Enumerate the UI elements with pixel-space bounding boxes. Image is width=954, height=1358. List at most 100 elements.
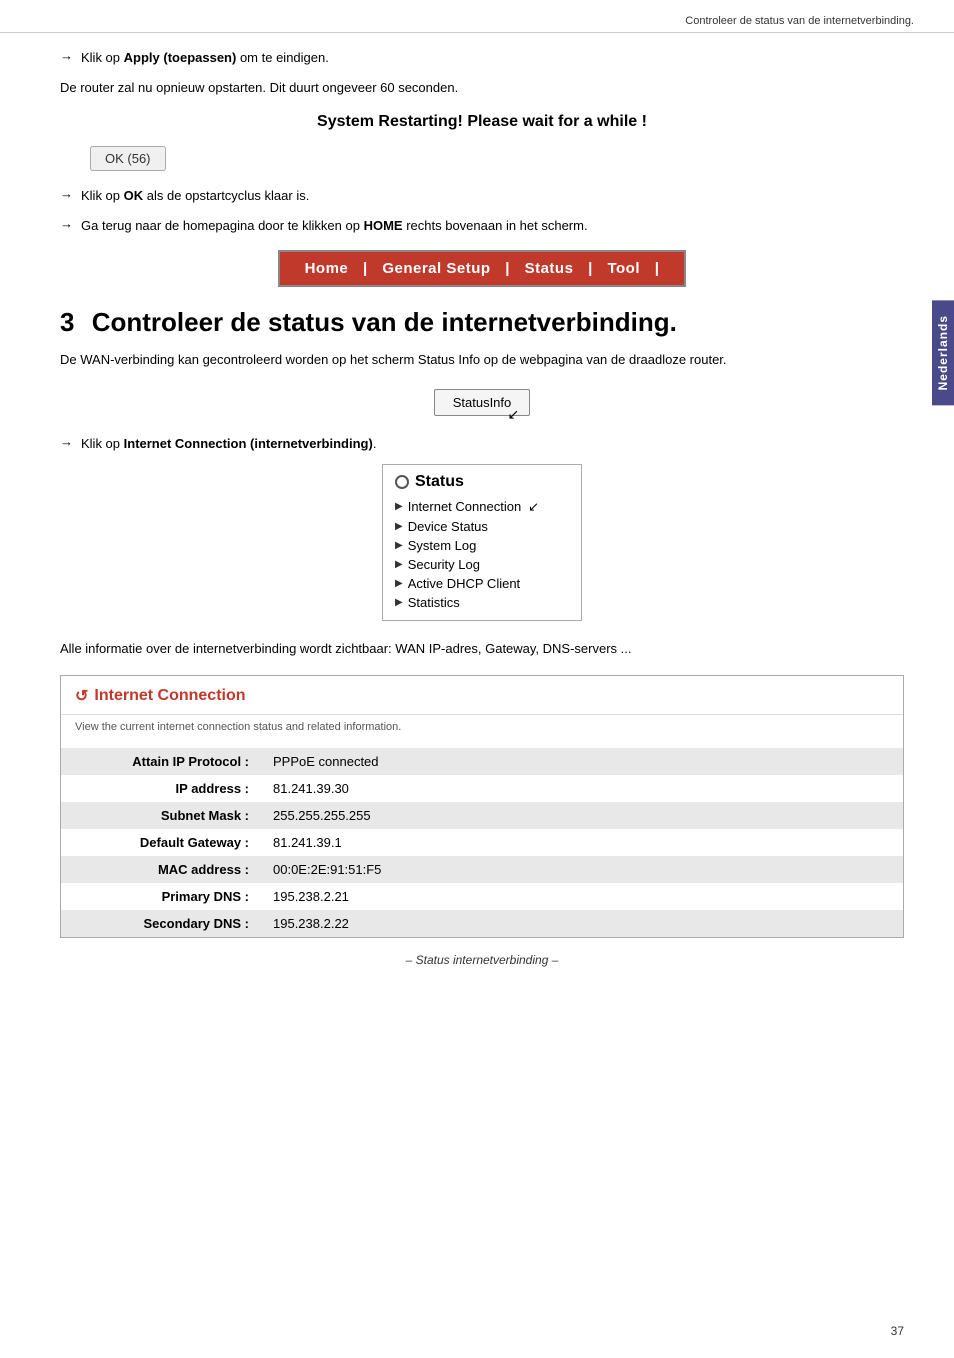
- para-2: De WAN-verbinding kan gecontroleerd word…: [60, 350, 904, 371]
- menu-item-device-status[interactable]: ▶ Device Status: [395, 517, 569, 536]
- inet-title-label: Internet Connection: [94, 687, 245, 705]
- page-container: Controleer de status van de internetverb…: [0, 0, 954, 1358]
- menu-item-label-5: Active DHCP Client: [408, 576, 520, 591]
- cursor-icon: ↙: [508, 406, 520, 423]
- table-cell-value-6: 195.238.2.21: [261, 883, 903, 910]
- side-tab: Nederlands: [932, 300, 954, 405]
- ok-button[interactable]: OK (56): [90, 146, 166, 171]
- tri-icon-3: ▶: [395, 540, 403, 551]
- table-row: MAC address : 00:0E:2E:91:51:F5: [61, 856, 903, 883]
- bold-home: HOME: [364, 218, 403, 233]
- menu-item-statistics[interactable]: ▶ Statistics: [395, 593, 569, 612]
- arrow2-after: als de opstartcyclus klaar is.: [147, 188, 310, 203]
- arrow-bullet-1: → Klik op Apply (toepassen) om te eindig…: [60, 48, 904, 68]
- table-cell-label-1: Attain IP Protocol :: [61, 748, 261, 775]
- section-number: 3: [60, 307, 74, 337]
- cursor-menu: ↙: [528, 499, 539, 515]
- tri-icon-5: ▶: [395, 578, 403, 589]
- table-cell-label-5: MAC address :: [61, 856, 261, 883]
- arrow-icon-1: →: [60, 48, 73, 63]
- table-cell-label-7: Secondary DNS :: [61, 910, 261, 937]
- para-3: Alle informatie over de internetverbindi…: [60, 639, 904, 660]
- table-row: Subnet Mask : 255.255.255.255: [61, 802, 903, 829]
- menu-item-active-dhcp-client[interactable]: ▶ Active DHCP Client: [395, 574, 569, 593]
- para-1: De router zal nu opnieuw opstarten. Dit …: [60, 78, 904, 99]
- inet-box-subtitle: View the current internet connection sta…: [61, 715, 903, 743]
- table-row: IP address : 81.241.39.30: [61, 775, 903, 802]
- navbar-image-wrap: Home | General Setup | Status | Tool |: [60, 250, 904, 287]
- table-cell-value-3: 255.255.255.255: [261, 802, 903, 829]
- arrow3-after: rechts bovenaan in het scherm.: [406, 218, 587, 233]
- status-menu-wrap: Status ▶ Internet Connection ↙ ▶ Device …: [60, 464, 904, 621]
- table-cell-value-7: 195.238.2.22: [261, 910, 903, 937]
- navbar-separator-2: |: [505, 260, 514, 277]
- ok-button-wrap: OK (56): [90, 146, 904, 171]
- menu-item-label-2: Device Status: [408, 519, 488, 534]
- status-menu-title-label: Status: [415, 473, 464, 491]
- arrow-text-2: Klik op OK als de opstartcyclus klaar is…: [81, 186, 309, 206]
- status-info-wrap: StatusInfo ↙: [60, 389, 904, 416]
- table-row: Primary DNS : 195.238.2.21: [61, 883, 903, 910]
- tri-icon-4: ▶: [395, 559, 403, 570]
- navbar-separator-1: |: [363, 260, 372, 277]
- inet-box-title: ↺ Internet Connection: [75, 686, 889, 706]
- navbar-item-tool: Tool: [607, 260, 640, 277]
- menu-item-label-4: Security Log: [408, 557, 480, 572]
- arrow-bullet-4: → Klik op Internet Connection (internetv…: [60, 434, 904, 454]
- table-cell-label-3: Subnet Mask :: [61, 802, 261, 829]
- inet-title-icon: ↺: [75, 686, 88, 706]
- tri-icon-2: ▶: [395, 521, 403, 532]
- bold-ok: OK: [124, 188, 144, 203]
- menu-item-label-1: Internet Connection: [408, 499, 521, 514]
- menu-item-system-log[interactable]: ▶ System Log: [395, 536, 569, 555]
- side-tab-label: Nederlands: [936, 315, 950, 390]
- table-cell-value-1: PPPoE connected: [261, 748, 903, 775]
- arrow1-after: om te eindigen.: [240, 50, 329, 65]
- arrow4-after: .: [373, 436, 377, 451]
- table-cell-label-6: Primary DNS :: [61, 883, 261, 910]
- navbar-item-general-setup: General Setup: [382, 260, 490, 277]
- navbar-item-status: Status: [525, 260, 574, 277]
- arrow-text-3: Ga terug naar de homepagina door te klik…: [81, 216, 588, 236]
- table-cell-value-5: 00:0E:2E:91:51:F5: [261, 856, 903, 883]
- header-text: Controleer de status van de internetverb…: [685, 15, 914, 27]
- arrow-icon-2: →: [60, 186, 73, 201]
- arrow-bullet-3: → Ga terug naar de homepagina door te kl…: [60, 216, 904, 236]
- main-content: → Klik op Apply (toepassen) om te eindig…: [0, 48, 954, 967]
- table-cell-value-4: 81.241.39.1: [261, 829, 903, 856]
- table-row: Attain IP Protocol : PPPoE connected: [61, 748, 903, 775]
- caption: – Status internetverbinding –: [60, 953, 904, 967]
- page-number: 37: [891, 1324, 904, 1338]
- restart-banner: System Restarting! Please wait for a whi…: [60, 113, 904, 131]
- arrow-bullet-2: → Klik op OK als de opstartcyclus klaar …: [60, 186, 904, 206]
- navbar-item-home: Home: [305, 260, 349, 277]
- status-info-label: StatusInfo: [453, 395, 512, 410]
- tri-icon-6: ▶: [395, 597, 403, 608]
- circle-icon: [395, 475, 409, 489]
- table-cell-label-4: Default Gateway :: [61, 829, 261, 856]
- status-menu-title: Status: [395, 473, 569, 491]
- bold-apply: Apply (toepassen): [124, 50, 237, 65]
- navbar-box: Home | General Setup | Status | Tool |: [278, 250, 687, 287]
- arrow-icon-3: →: [60, 216, 73, 231]
- header-bar: Controleer de status van de internetverb…: [0, 10, 954, 33]
- inet-connection-box: ↺ Internet Connection View the current i…: [60, 675, 904, 938]
- status-menu-box: Status ▶ Internet Connection ↙ ▶ Device …: [382, 464, 582, 621]
- navbar-separator-4: |: [655, 260, 660, 277]
- menu-item-label-3: System Log: [408, 538, 477, 553]
- menu-item-internet-connection[interactable]: ▶ Internet Connection ↙: [395, 497, 569, 517]
- tri-icon-1: ▶: [395, 501, 403, 512]
- status-info-button[interactable]: StatusInfo ↙: [434, 389, 531, 416]
- table-cell-value-2: 81.241.39.30: [261, 775, 903, 802]
- arrow-text-1: Klik op Apply (toepassen) om te eindigen…: [81, 48, 329, 68]
- inet-table-body: Attain IP Protocol : PPPoE connected IP …: [61, 748, 903, 937]
- bold-inet: Internet Connection (internetverbinding): [124, 436, 373, 451]
- menu-item-label-6: Statistics: [408, 595, 460, 610]
- navbar-separator-3: |: [588, 260, 597, 277]
- table-row: Default Gateway : 81.241.39.1: [61, 829, 903, 856]
- arrow-text-4: Klik op Internet Connection (internetver…: [81, 434, 376, 454]
- table-cell-label-2: IP address :: [61, 775, 261, 802]
- section-title: Controleer de status van de internetverb…: [92, 307, 677, 337]
- table-row: Secondary DNS : 195.238.2.22: [61, 910, 903, 937]
- menu-item-security-log[interactable]: ▶ Security Log: [395, 555, 569, 574]
